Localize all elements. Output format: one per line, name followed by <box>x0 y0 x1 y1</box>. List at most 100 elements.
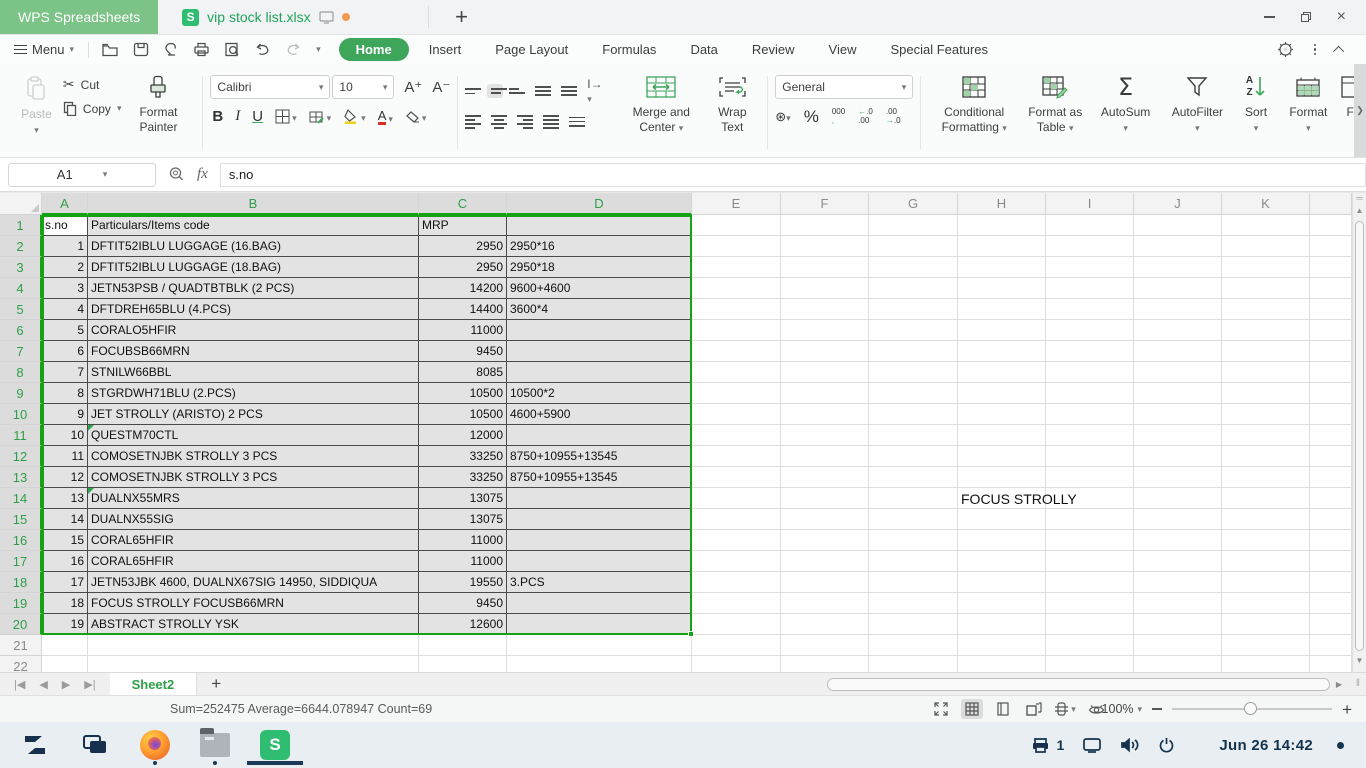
cell-B20[interactable]: ABSTRACT STROLLY YSK <box>88 614 419 635</box>
print-icon[interactable] <box>193 42 210 57</box>
increase-decimal-icon[interactable]: .00→.0 <box>886 108 901 126</box>
cell-E17[interactable] <box>692 551 781 572</box>
cell-A20[interactable]: 19 <box>42 614 88 635</box>
cell-partial-17[interactable] <box>1310 551 1352 572</box>
cell-I22[interactable] <box>1046 656 1134 672</box>
display-tray-icon[interactable] <box>1082 737 1102 753</box>
row-header-8[interactable]: 8 <box>0 362 42 383</box>
cell-E5[interactable] <box>692 299 781 320</box>
cell-partial-11[interactable] <box>1310 425 1352 446</box>
cell-I5[interactable] <box>1046 299 1134 320</box>
cell-H8[interactable] <box>958 362 1046 383</box>
cell-E14[interactable] <box>692 488 781 509</box>
cell-partial-22[interactable] <box>1310 656 1352 672</box>
cell-J4[interactable] <box>1134 278 1222 299</box>
cell-partial-18[interactable] <box>1310 572 1352 593</box>
close-button[interactable]: × <box>1337 9 1346 25</box>
cell-E21[interactable] <box>692 635 781 656</box>
cell-C20[interactable]: 12600 <box>419 614 507 635</box>
cell-C15[interactable]: 13075 <box>419 509 507 530</box>
cell-J18[interactable] <box>1134 572 1222 593</box>
column-header-F[interactable]: F <box>781 193 869 215</box>
cell-A17[interactable]: 16 <box>42 551 88 572</box>
notification-dot[interactable] <box>1337 742 1344 749</box>
cell-partial-21[interactable] <box>1310 635 1352 656</box>
cell-D8[interactable] <box>507 362 692 383</box>
zoom-slider-knob[interactable] <box>1244 702 1257 715</box>
collapse-ribbon-icon[interactable] <box>1333 45 1344 56</box>
cell-F2[interactable] <box>781 236 869 257</box>
cell-partial-14[interactable] <box>1310 488 1352 509</box>
format-button[interactable]: Format ▾ <box>1278 70 1338 155</box>
undo-icon[interactable] <box>254 43 271 57</box>
cell-I6[interactable] <box>1046 320 1134 341</box>
cell-D5[interactable]: 3600*4 <box>507 299 692 320</box>
cell-E7[interactable] <box>692 341 781 362</box>
cell-A22[interactable] <box>42 656 88 672</box>
cell-F1[interactable] <box>781 215 869 236</box>
row-header-18[interactable]: 18 <box>0 572 42 593</box>
search-icon[interactable] <box>168 166 185 183</box>
column-header-K[interactable]: K <box>1222 193 1310 215</box>
cell-F8[interactable] <box>781 362 869 383</box>
redo-icon[interactable] <box>285 43 302 57</box>
cell-F15[interactable] <box>781 509 869 530</box>
cell-K9[interactable] <box>1222 383 1310 404</box>
cell-G2[interactable] <box>869 236 958 257</box>
cell-H19[interactable] <box>958 593 1046 614</box>
cell-G22[interactable] <box>869 656 958 672</box>
cell-B4[interactable]: JETN53PSB / QUADTBTBLK (2 PCS) <box>88 278 419 299</box>
cell-partial-2[interactable] <box>1310 236 1352 257</box>
more-options-icon[interactable] <box>1314 44 1317 56</box>
cell-A21[interactable] <box>42 635 88 656</box>
add-sheet-button[interactable]: + <box>197 674 235 694</box>
cell-H5[interactable] <box>958 299 1046 320</box>
cell-F22[interactable] <box>781 656 869 672</box>
menu-tab-formulas[interactable]: Formulas <box>588 38 670 61</box>
cell-J5[interactable] <box>1134 299 1222 320</box>
decrease-decimal-icon[interactable]: ←.0.00 <box>858 108 873 126</box>
conditional-formatting-button[interactable]: Conditional Formatting ▾ <box>928 70 1020 155</box>
cell-H17[interactable] <box>958 551 1046 572</box>
cell-K19[interactable] <box>1222 593 1310 614</box>
cell-A15[interactable]: 14 <box>42 509 88 530</box>
cell-E11[interactable] <box>692 425 781 446</box>
cell-C19[interactable]: 9450 <box>419 593 507 614</box>
autosum-button[interactable]: Σ AutoSum ▾ <box>1090 70 1161 155</box>
menu-tab-data[interactable]: Data <box>676 38 731 61</box>
cell-J17[interactable] <box>1134 551 1222 572</box>
cell-K18[interactable] <box>1222 572 1310 593</box>
cell-J16[interactable] <box>1134 530 1222 551</box>
cell-K22[interactable] <box>1222 656 1310 672</box>
cell-G1[interactable] <box>869 215 958 236</box>
italic-button[interactable]: I <box>235 108 240 125</box>
cell-A14[interactable]: 13 <box>42 488 88 509</box>
column-header-H[interactable]: H <box>958 193 1046 215</box>
cell-A18[interactable]: 17 <box>42 572 88 593</box>
cell-K14[interactable] <box>1222 488 1310 509</box>
cell-F7[interactable] <box>781 341 869 362</box>
cell-D2[interactable]: 2950*16 <box>507 236 692 257</box>
cell-I3[interactable] <box>1046 257 1134 278</box>
cell-J7[interactable] <box>1134 341 1222 362</box>
cell-C4[interactable]: 14200 <box>419 278 507 299</box>
cell-G4[interactable] <box>869 278 958 299</box>
menu-tab-review[interactable]: Review <box>738 38 809 61</box>
fill-color-button[interactable]: ▾ <box>343 109 366 124</box>
font-color-button[interactable]: A▾ <box>378 109 393 125</box>
cell-D12[interactable]: 8750+10955+13545 <box>507 446 692 467</box>
cell-D4[interactable]: 9600+4600 <box>507 278 692 299</box>
menu-tab-insert[interactable]: Insert <box>415 38 476 61</box>
cell-K13[interactable] <box>1222 467 1310 488</box>
cell-text-H14[interactable]: FOCUS STROLLY <box>961 488 1077 509</box>
power-tray-icon[interactable] <box>1158 737 1175 754</box>
row-header-7[interactable]: 7 <box>0 341 42 362</box>
cell-H2[interactable] <box>958 236 1046 257</box>
column-header-I[interactable]: I <box>1046 193 1134 215</box>
prev-sheet-icon[interactable]: ◀ <box>39 678 47 691</box>
row-header-11[interactable]: 11 <box>0 425 42 446</box>
cell-C13[interactable]: 33250 <box>419 467 507 488</box>
cell-B3[interactable]: DFTIT52IBLU LUGGAGE (18.BAG) <box>88 257 419 278</box>
cell-K16[interactable] <box>1222 530 1310 551</box>
cell-D9[interactable]: 10500*2 <box>507 383 692 404</box>
